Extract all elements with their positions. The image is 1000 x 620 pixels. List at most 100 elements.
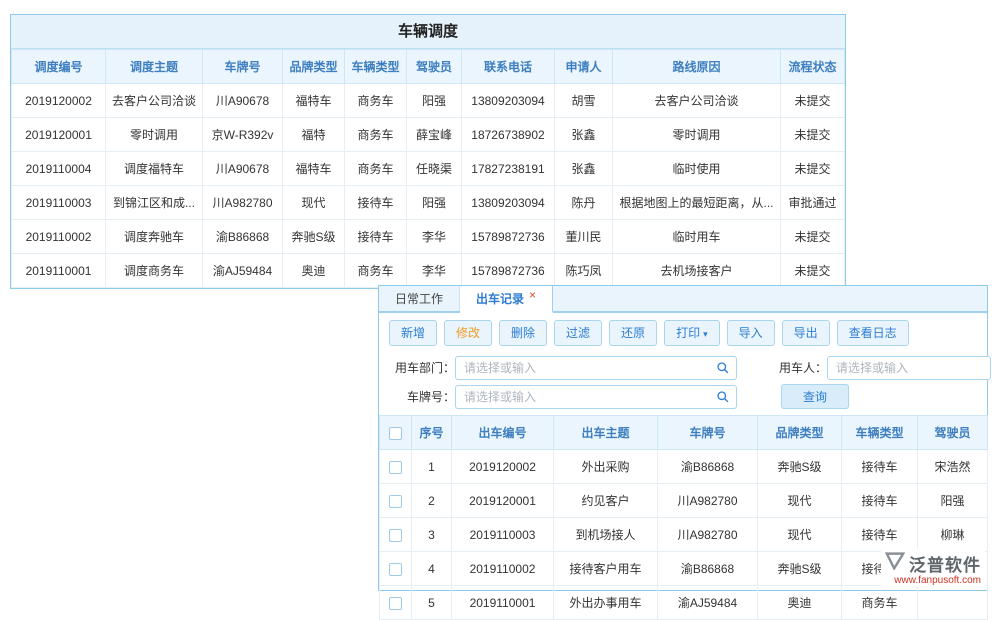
trip-subject-link[interactable]: 外出采购 xyxy=(554,450,658,484)
add-button[interactable]: 新增 xyxy=(389,320,437,346)
plate-cell[interactable]: 京W-R392v xyxy=(203,118,283,152)
trip-subject-link[interactable]: 接待客户用车 xyxy=(554,552,658,586)
import-button[interactable]: 导入 xyxy=(727,320,775,346)
driver-cell[interactable]: 李华 xyxy=(407,220,462,254)
dispatch-panel: 车辆调度 调度编号调度主题车牌号品牌类型车辆类型驾驶员联系电话申请人路线原因流程… xyxy=(10,14,846,289)
dept-input[interactable] xyxy=(455,356,737,380)
status-cell: 未提交 xyxy=(781,220,845,254)
trip-id-link[interactable]: 2019120001 xyxy=(452,484,554,518)
trip-id-link[interactable]: 2019110002 xyxy=(452,552,554,586)
brand-cell: 福特车 xyxy=(283,84,345,118)
plate-cell[interactable]: 渝B86868 xyxy=(658,450,758,484)
column-header: 联系电话 xyxy=(462,50,555,84)
plate-cell[interactable]: 川A982780 xyxy=(658,484,758,518)
vehicle-type-cell: 接待车 xyxy=(345,220,407,254)
record-row[interactable]: 1 2019120002 外出采购 渝B86868 奔驰S级 接待车 宋浩然 xyxy=(380,450,988,484)
search-icon[interactable] xyxy=(716,390,730,407)
plate-cell[interactable]: 渝B86868 xyxy=(203,220,283,254)
brand-cell: 福特车 xyxy=(283,152,345,186)
trip-id-link[interactable]: 2019120002 xyxy=(452,450,554,484)
dispatch-subject-link[interactable]: 到锦江区和成... xyxy=(106,186,203,220)
filter-row-1: 用车部门： 用车人： xyxy=(379,353,987,382)
dispatch-row[interactable]: 2019110002 调度奔驰车 渝B86868 奔驰S级 接待车 李华 157… xyxy=(12,220,845,254)
trip-subject-link[interactable]: 约见客户 xyxy=(554,484,658,518)
dispatch-subject-link[interactable]: 调度奔驰车 xyxy=(106,220,203,254)
row-checkbox[interactable] xyxy=(389,597,402,610)
applicant-cell: 陈巧凤 xyxy=(555,254,613,288)
plate-cell[interactable]: 渝AJ59484 xyxy=(203,254,283,288)
dispatch-subject-link[interactable]: 零时调用 xyxy=(106,118,203,152)
plate-cell[interactable]: 川A982780 xyxy=(203,186,283,220)
driver-cell[interactable]: 李华 xyxy=(407,254,462,288)
user-input[interactable] xyxy=(827,356,991,380)
filter-button[interactable]: 过滤 xyxy=(554,320,602,346)
brand-cell: 奔驰S级 xyxy=(283,220,345,254)
query-button[interactable]: 查询 xyxy=(781,384,849,409)
record-row[interactable]: 2 2019120001 约见客户 川A982780 现代 接待车 阳强 xyxy=(380,484,988,518)
record-row[interactable]: 3 2019110003 到机场接人 川A982780 现代 接待车 柳琳 xyxy=(380,518,988,552)
dispatch-id-link[interactable]: 2019110001 xyxy=(12,254,106,288)
plate-cell[interactable]: 渝B86868 xyxy=(658,552,758,586)
driver-cell[interactable]: 薛宝峰 xyxy=(407,118,462,152)
dispatch-subject-link[interactable]: 调度福特车 xyxy=(106,152,203,186)
brand-cell: 现代 xyxy=(283,186,345,220)
column-header: 车辆类型 xyxy=(345,50,407,84)
vendor-url: www.fanpusoft.com xyxy=(885,575,981,586)
tab-close-icon[interactable]: × xyxy=(529,288,536,302)
page-title: 车辆调度 xyxy=(11,15,845,49)
plate-cell[interactable]: 渝AJ59484 xyxy=(658,586,758,620)
search-icon[interactable] xyxy=(716,361,730,378)
tab-label: 出车记录 xyxy=(476,290,524,307)
checkbox-cell xyxy=(380,484,412,518)
delete-button[interactable]: 删除 xyxy=(499,320,547,346)
filter-row-2: 车牌号： 查询 xyxy=(379,382,987,411)
tab-daily-work[interactable]: 日常工作 xyxy=(379,286,460,311)
driver-cell[interactable]: 任晓渠 xyxy=(407,152,462,186)
brand-cell: 现代 xyxy=(758,518,842,552)
tab-trip-record[interactable]: 出车记录 × xyxy=(460,286,553,313)
dispatch-id-link[interactable]: 2019110003 xyxy=(12,186,106,220)
row-checkbox[interactable] xyxy=(389,461,402,474)
select-all-checkbox[interactable] xyxy=(389,427,402,440)
trip-subject-link[interactable]: 到机场接人 xyxy=(554,518,658,552)
dispatch-row[interactable]: 2019110001 调度商务车 渝AJ59484 奥迪 商务车 李华 1578… xyxy=(12,254,845,288)
dispatch-row[interactable]: 2019110004 调度福特车 川A90678 福特车 商务车 任晓渠 178… xyxy=(12,152,845,186)
plate-cell[interactable]: 川A90678 xyxy=(203,152,283,186)
view-log-button[interactable]: 查看日志 xyxy=(837,320,909,346)
dispatch-id-link[interactable]: 2019110004 xyxy=(12,152,106,186)
row-checkbox[interactable] xyxy=(389,495,402,508)
trip-id-link[interactable]: 2019110001 xyxy=(452,586,554,620)
driver-cell[interactable]: 阳强 xyxy=(407,186,462,220)
reason-cell: 临时用车 xyxy=(613,220,781,254)
phone-cell: 17827238191 xyxy=(462,152,555,186)
phone-cell: 13809203094 xyxy=(462,186,555,220)
trip-subject-link[interactable]: 外出办事用车 xyxy=(554,586,658,620)
print-button[interactable]: 打印▾ xyxy=(664,320,720,346)
restore-button[interactable]: 还原 xyxy=(609,320,657,346)
plate-input[interactable] xyxy=(455,385,737,409)
driver-cell[interactable]: 阳强 xyxy=(918,484,988,518)
trip-id-link[interactable]: 2019110003 xyxy=(452,518,554,552)
dispatch-id-link[interactable]: 2019110002 xyxy=(12,220,106,254)
plate-cell[interactable]: 川A90678 xyxy=(203,84,283,118)
dispatch-subject-link[interactable]: 去客户公司洽谈 xyxy=(106,84,203,118)
column-header: 出车主题 xyxy=(554,416,658,450)
plate-cell[interactable]: 川A982780 xyxy=(658,518,758,552)
export-button[interactable]: 导出 xyxy=(782,320,830,346)
driver-cell[interactable]: 柳琳 xyxy=(918,518,988,552)
dispatch-subject-link[interactable]: 调度商务车 xyxy=(106,254,203,288)
dispatch-id-link[interactable]: 2019120001 xyxy=(12,118,106,152)
record-row[interactable]: 5 2019110001 外出办事用车 渝AJ59484 奥迪 商务车 xyxy=(380,586,988,620)
dispatch-row[interactable]: 2019120002 去客户公司洽谈 川A90678 福特车 商务车 阳强 13… xyxy=(12,84,845,118)
driver-cell[interactable] xyxy=(918,586,988,620)
row-checkbox[interactable] xyxy=(389,563,402,576)
checkbox-cell xyxy=(380,586,412,620)
driver-cell[interactable]: 阳强 xyxy=(407,84,462,118)
row-checkbox[interactable] xyxy=(389,529,402,542)
row-number-cell: 2 xyxy=(412,484,452,518)
dispatch-row[interactable]: 2019110003 到锦江区和成... 川A982780 现代 接待车 阳强 … xyxy=(12,186,845,220)
modify-button[interactable]: 修改 xyxy=(444,320,492,346)
dispatch-id-link[interactable]: 2019120002 xyxy=(12,84,106,118)
driver-cell[interactable]: 宋浩然 xyxy=(918,450,988,484)
dispatch-row[interactable]: 2019120001 零时调用 京W-R392v 福特 商务车 薛宝峰 1872… xyxy=(12,118,845,152)
